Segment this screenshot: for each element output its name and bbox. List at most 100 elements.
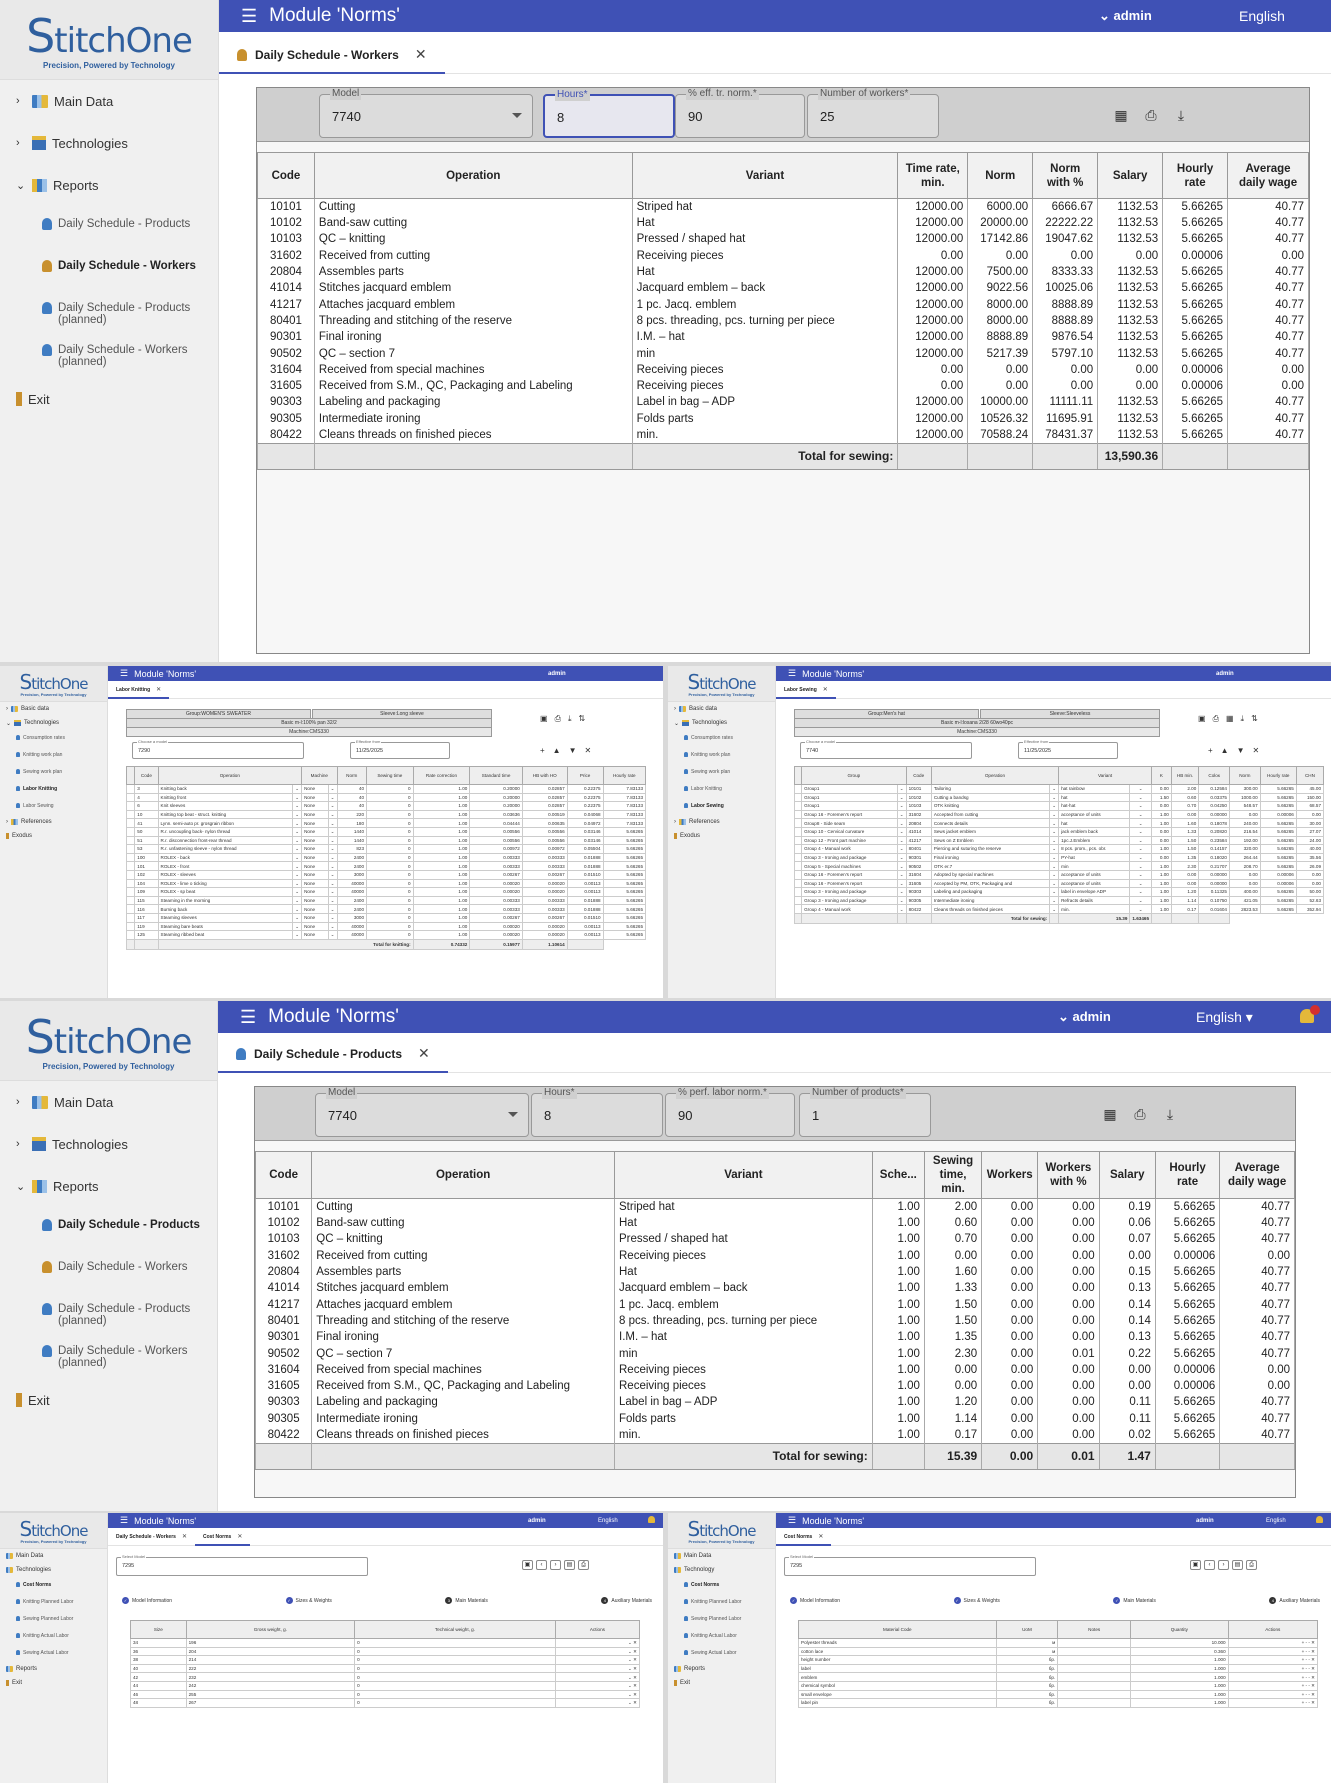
table-row[interactable]: 3 Knitting back ⌄ None ⌄ 40 0 1.00 0.20000 0.0285… (125, 784, 647, 794)
step[interactable]: 3 Main Materials (445, 1597, 488, 1604)
table-cell[interactable]: Knitting front (157, 792, 294, 803)
table-row[interactable]: Group1 ⌄ 10103 OTK knitting ⌄ hat-hat ⌄ 0.00 0.7… (793, 801, 1325, 811)
notes-cell[interactable] (1057, 1646, 1132, 1657)
print-icon[interactable]: ⎙ (1246, 1560, 1257, 1570)
column-header[interactable]: Workers (981, 1151, 1039, 1199)
nav-technologies[interactable]: › Technologies (0, 122, 218, 164)
nav-sew-plan[interactable]: Sewing work plan (0, 764, 107, 781)
row-actions[interactable]: ⌄ ✕ (554, 1646, 641, 1657)
row-handle[interactable] (793, 784, 803, 794)
sidebar-item[interactable]: Sewing Planned Labor (668, 1611, 775, 1628)
tab-cost-norms[interactable]: Cost Norms ✕ (776, 1530, 832, 1546)
table-cell[interactable]: Sews jacket emblem (930, 826, 1051, 837)
row-handle[interactable] (793, 852, 803, 863)
dropdown-arrow-icon[interactable]: ⌄ (896, 809, 907, 820)
model-select[interactable]: Select Model 7295 (116, 1554, 368, 1576)
dropdown-arrow-icon[interactable]: ⌄ (327, 895, 338, 906)
close-icon[interactable]: ✕ (823, 686, 828, 693)
nav-knit[interactable]: Labor Knitting (668, 781, 775, 798)
table-cell[interactable]: Group1 (801, 792, 898, 803)
dropdown-arrow-icon[interactable]: ⌄ (1129, 904, 1153, 914)
row-handle[interactable] (793, 878, 803, 889)
excel-icon[interactable]: ▦ (1113, 108, 1129, 122)
table-cell[interactable]: jack emblem back (1058, 826, 1131, 837)
table-cell[interactable]: 267 (185, 1698, 356, 1708)
dropdown-arrow-icon[interactable]: ⌄ (1049, 887, 1060, 897)
step[interactable]: ✓ Model Information (790, 1597, 840, 1604)
column-header[interactable]: Technical weight, g. (354, 1620, 556, 1639)
menu-icon[interactable]: ☰ (241, 6, 257, 27)
table-row[interactable]: 10101 Cutting Striped hat 1.00 2.00 0.00 0.00 0… (254, 1198, 1295, 1215)
table-cell[interactable]: R.r. disconnection front-rear thread (157, 835, 294, 846)
row-handle[interactable] (793, 895, 803, 906)
dropdown-arrow-icon[interactable]: ⌄ (1129, 801, 1153, 811)
table-cell[interactable]: 0 (354, 1698, 556, 1708)
nav-consumption[interactable]: Consumption rates (0, 730, 107, 747)
table-cell[interactable]: Accepted by PM, OTK, Packaging and (930, 878, 1051, 889)
menu-icon[interactable]: ☰ (788, 1515, 796, 1526)
table-row[interactable]: 101 ROLEX - front ⌄ None ⌄ 2400 0 1.00 0.00333 0.… (125, 861, 647, 871)
excel-icon[interactable]: ▦ (1102, 1107, 1118, 1121)
material-select[interactable]: label pin (798, 1698, 997, 1708)
row-handle[interactable] (793, 792, 803, 803)
model-select[interactable]: Choose a model 7740 (800, 739, 972, 759)
dropdown-arrow-icon[interactable]: ⌄ (327, 809, 338, 820)
sidebar-item[interactable]: Main Data (0, 1549, 107, 1563)
row-handle[interactable] (793, 835, 803, 846)
sort-icon[interactable]: ⇅ (1251, 714, 1258, 724)
column-header[interactable]: Sche... (871, 1151, 925, 1199)
row-actions[interactable]: + - - ✕ (1227, 1663, 1319, 1674)
close-icon[interactable]: ✕ (418, 1045, 430, 1062)
dropdown-arrow-icon[interactable]: ⌄ (896, 844, 907, 854)
table-cell[interactable]: min. (1058, 904, 1131, 914)
dropdown-arrow-icon[interactable]: ⌄ (896, 801, 907, 811)
dropdown-arrow-icon[interactable]: ⌄ (292, 921, 303, 932)
table-cell[interactable]: Labeling and packaging (930, 887, 1051, 897)
material-select[interactable]: label (798, 1663, 997, 1674)
table-cell[interactable]: hat rainbow (1058, 784, 1131, 794)
table-cell[interactable]: Group1 (801, 784, 898, 794)
model-select[interactable]: Model 7740 (315, 1087, 529, 1137)
table-cell[interactable]: ROLEX - sleeves (157, 869, 294, 880)
table-cell[interactable]: Group 16 - Foremen's report (801, 809, 898, 820)
table-cell[interactable]: None (301, 818, 329, 828)
row-handle[interactable] (125, 844, 136, 854)
nav-consumption[interactable]: Consumption rates (668, 730, 775, 747)
column-header[interactable]: НВ min. (1170, 766, 1200, 785)
column-header[interactable]: Operation (157, 766, 303, 785)
language-selector[interactable]: English ▾ (1196, 1009, 1253, 1026)
table-row[interactable]: 90301 Final ironing I.M. – hat 12000.00 8888… (257, 329, 1309, 346)
dropdown-arrow-icon[interactable]: ⌄ (327, 826, 338, 837)
table-cell[interactable]: Group 3 - Ironing and package (801, 895, 898, 906)
tab-daily-workers[interactable]: Daily Schedule - Workers ✕ (108, 1530, 195, 1546)
table-row[interactable]: height number бр. 1.000 + - - ✕ (798, 1655, 1319, 1665)
dropdown-arrow-icon[interactable]: ⌄ (327, 904, 338, 914)
table-cell[interactable]: Group 12 - Front part machine (801, 835, 898, 846)
table-cell[interactable]: 0 (354, 1680, 556, 1691)
prev-icon[interactable]: ‹ (536, 1560, 547, 1570)
nav-main-data[interactable]: › Main Data (0, 1081, 217, 1123)
dropdown-arrow-icon[interactable]: ⌄ (896, 826, 907, 837)
table-cell[interactable]: 222 (185, 1663, 356, 1674)
dropdown-arrow-icon[interactable]: ⌄ (896, 818, 907, 828)
arrow-up-icon[interactable]: ▲ (553, 746, 561, 755)
dropdown-arrow-icon[interactable]: ⌄ (327, 801, 338, 811)
user-menu[interactable]: admin (528, 1518, 546, 1524)
row-actions[interactable]: + - - ✕ (1227, 1698, 1319, 1708)
table-cell[interactable]: R.r. unfastening sleeve - nylon thread (157, 844, 294, 854)
nav-daily-workers-planned[interactable]: Daily Schedule - Workers (planned) (0, 1333, 217, 1375)
table-row[interactable]: 10103 QC – knitting Pressed / shaped hat 12… (257, 231, 1309, 248)
dropdown-arrow-icon[interactable]: ⌄ (327, 784, 338, 794)
table-cell[interactable]: None (301, 887, 329, 897)
sidebar-item[interactable]: Main Data (668, 1549, 775, 1563)
table-row[interactable]: label бр. 1.000 + - - ✕ (798, 1663, 1319, 1674)
table-cell[interactable]: Group 4 - Manual work (801, 844, 898, 854)
table-cell[interactable]: None (301, 912, 329, 923)
table-cell[interactable]: Group 10 - Cervical curvature (801, 826, 898, 837)
dropdown-arrow-icon[interactable]: ⌄ (896, 895, 907, 906)
user-menu[interactable]: admin (1216, 671, 1234, 677)
table-cell[interactable]: Steaming ribbed beat (157, 930, 294, 940)
row-handle[interactable] (793, 904, 803, 914)
table-row[interactable]: Group 4 - Manual work ⌄ 80401 Piercing and … (793, 844, 1325, 854)
table-row[interactable]: 116 Burning back ⌄ None ⌄ 2400 0 1.00 0.00333 0.0… (125, 904, 647, 914)
